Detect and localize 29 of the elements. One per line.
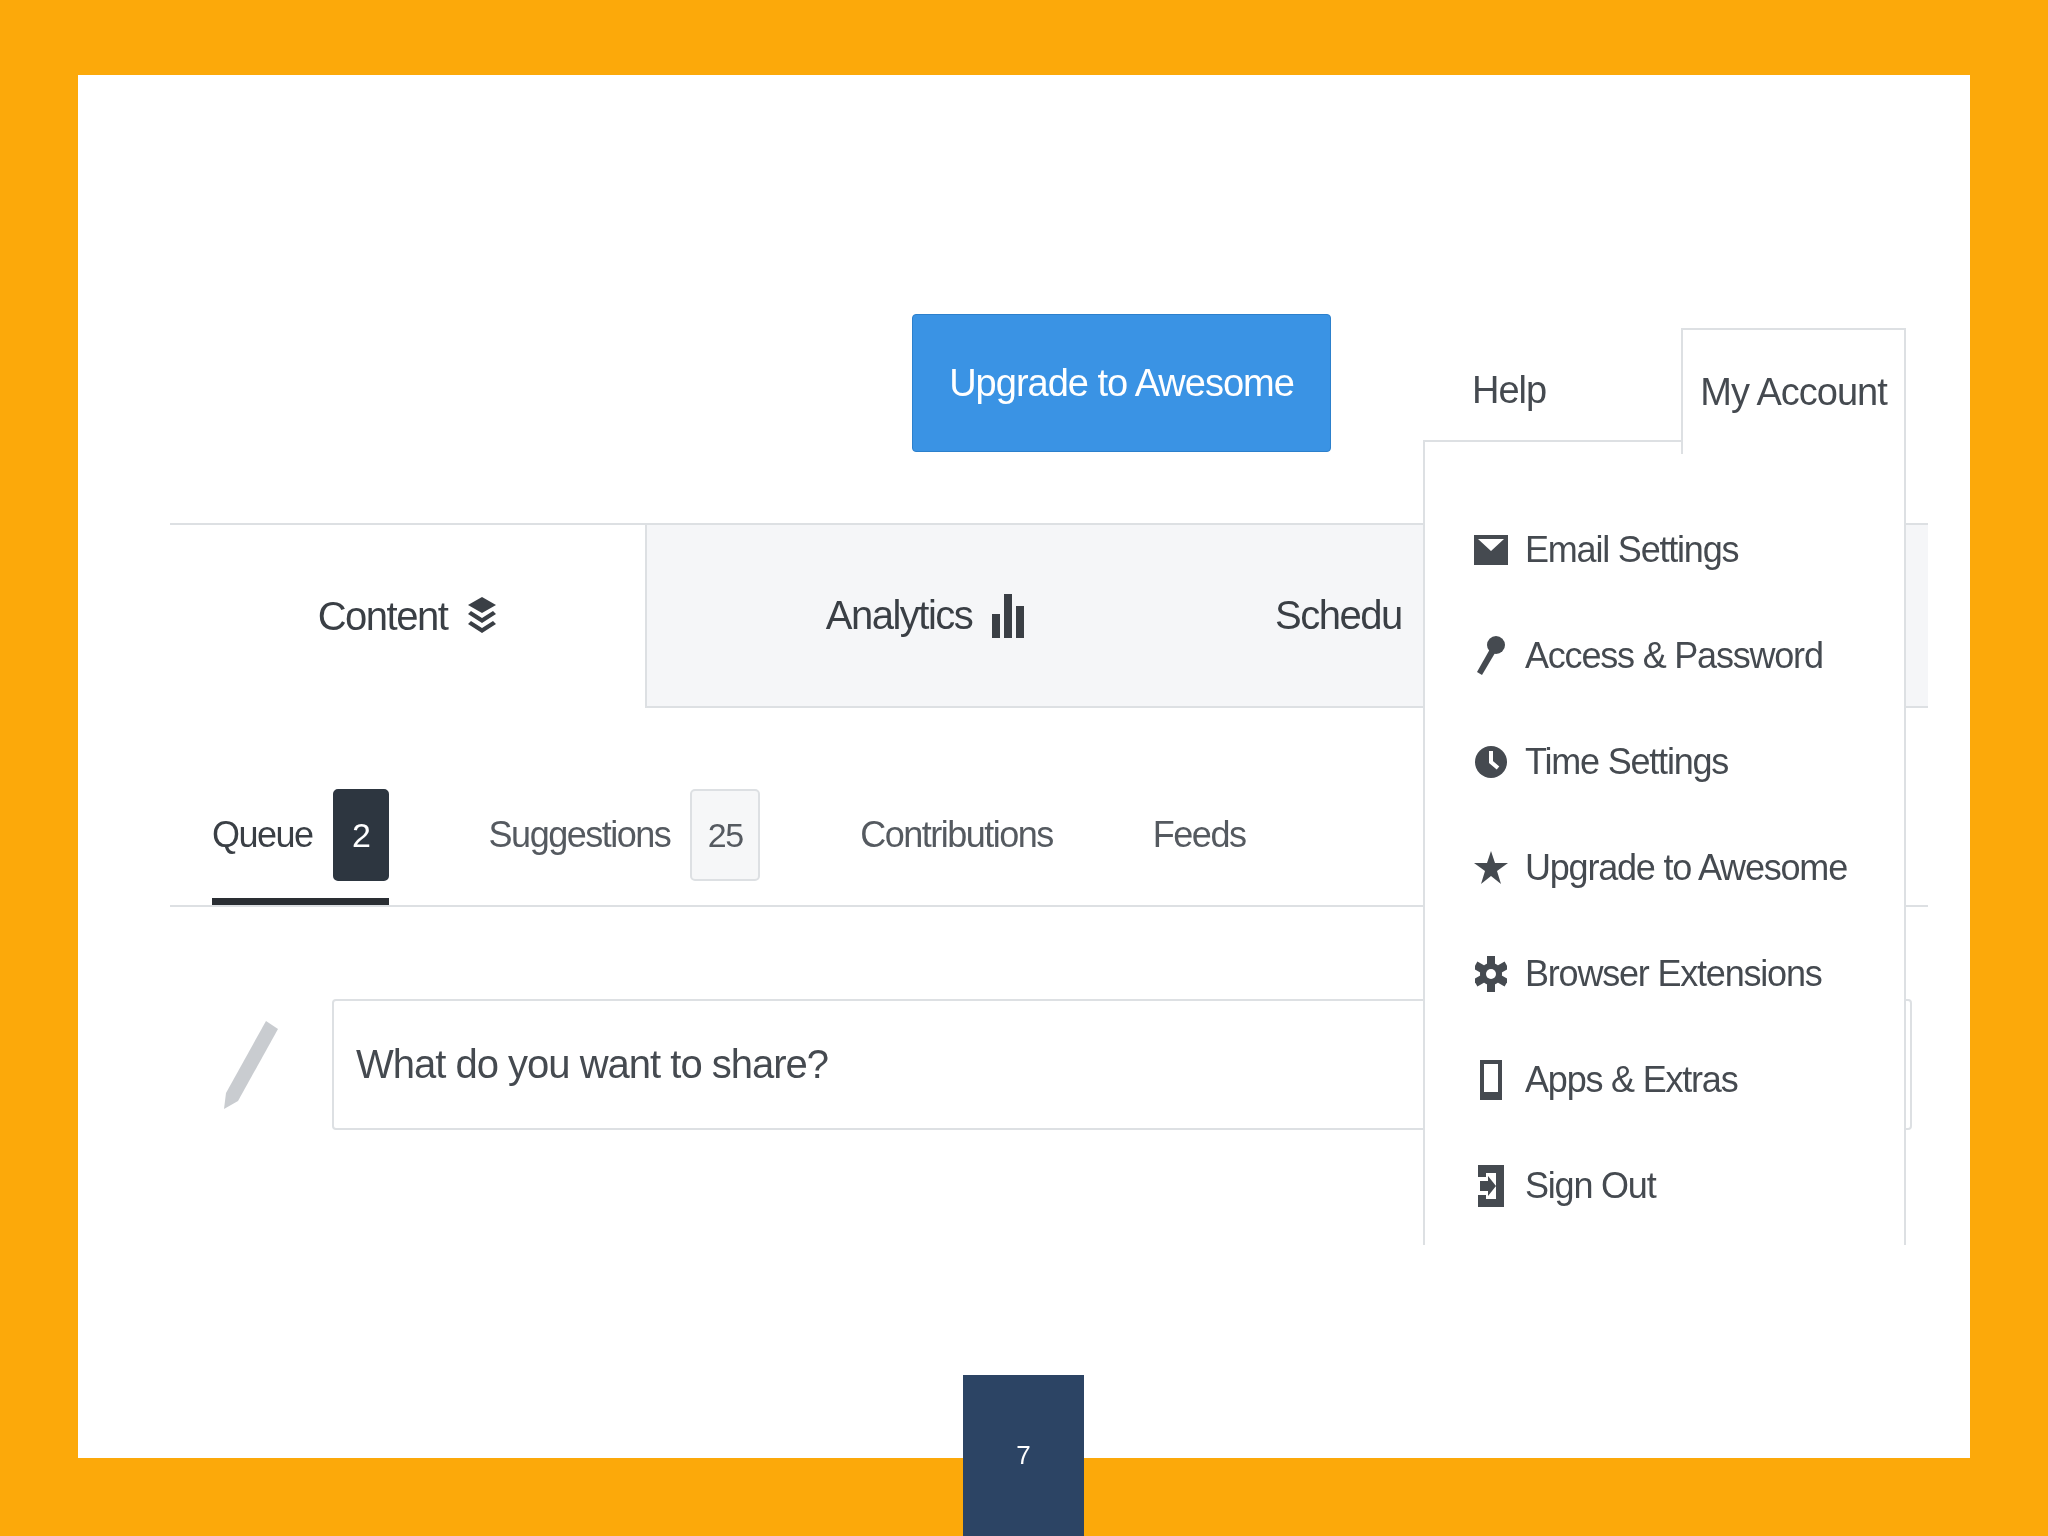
sign-out-icon <box>1478 1165 1504 1207</box>
count-badge: 2 <box>332 789 389 881</box>
menu-item[interactable]: Email Settings <box>1425 497 1904 603</box>
sub-tab[interactable]: Queue 2 <box>212 772 389 905</box>
menu-item[interactable]: Time Settings <box>1425 709 1904 815</box>
sub-tab[interactable]: Feeds <box>1152 772 1246 905</box>
sub-tab-label: Feeds <box>1152 814 1246 856</box>
sub-tab[interactable]: Contributions <box>860 772 1053 905</box>
phone-icon <box>1480 1060 1502 1100</box>
star-icon <box>1474 851 1508 885</box>
envelope-icon <box>1474 535 1508 565</box>
bar-chart-icon <box>992 593 1027 638</box>
main-tab[interactable]: Content <box>170 525 645 708</box>
page-number: 7 <box>963 1375 1084 1536</box>
main-tab[interactable]: Analytics <box>645 525 1205 708</box>
menu-item[interactable]: Upgrade to Awesome <box>1425 815 1904 921</box>
sub-tab-label: Contributions <box>860 814 1053 856</box>
menu-item[interactable]: Access & Password <box>1425 603 1904 709</box>
settings-icon <box>1475 956 1507 992</box>
sub-tab[interactable]: Suggestions 25 <box>488 772 761 905</box>
menu-item[interactable]: Apps & Extras <box>1425 1027 1904 1133</box>
pencil-icon <box>222 1018 280 1111</box>
sub-tab-label: Suggestions <box>488 814 671 856</box>
menu-item[interactable]: Sign Out <box>1425 1133 1904 1239</box>
key-icon <box>1476 635 1506 677</box>
sub-tab-label: Queue <box>212 814 313 856</box>
clock-icon <box>1474 744 1508 780</box>
nav-link[interactable]: My Account <box>1681 328 1906 454</box>
count-badge: 25 <box>690 789 761 881</box>
